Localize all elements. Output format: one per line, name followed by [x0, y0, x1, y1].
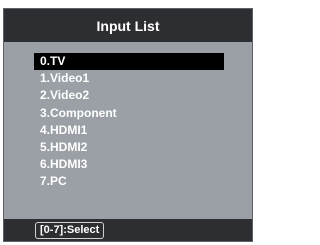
input-item-video1[interactable]: 1.Video1 — [34, 70, 224, 87]
input-list-footer: [0-7]:Select — [4, 219, 252, 241]
input-item-component[interactable]: 3.Component — [34, 105, 224, 122]
input-list-header: Input List — [4, 9, 252, 42]
input-item-tv[interactable]: 0.TV — [34, 53, 224, 71]
input-list-panel: Input List 0.TV 1.Video1 2.Video2 3.Comp… — [3, 8, 253, 242]
input-item-hdmi2[interactable]: 5.HDMI2 — [34, 139, 224, 156]
input-list: 0.TV 1.Video1 2.Video2 3.Component 4.HDM… — [34, 53, 224, 191]
input-list-title: Input List — [96, 17, 160, 34]
input-item-hdmi3[interactable]: 6.HDMI3 — [34, 156, 224, 173]
input-item-video2[interactable]: 2.Video2 — [34, 87, 224, 104]
input-item-hdmi1[interactable]: 4.HDMI1 — [34, 122, 224, 139]
input-item-pc[interactable]: 7.PC — [34, 173, 224, 190]
select-hint: [0-7]:Select — [35, 222, 105, 239]
